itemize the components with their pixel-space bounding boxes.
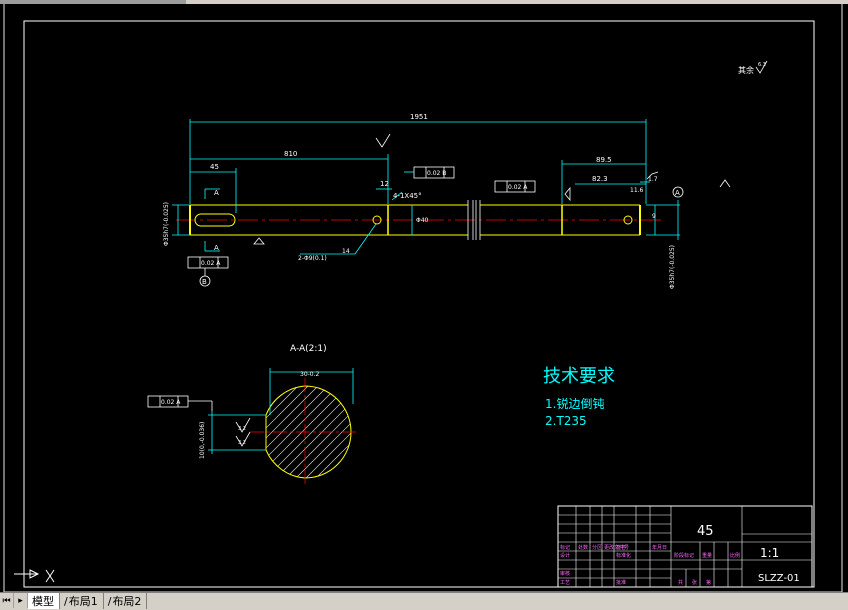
layout-tabbar: ⏮ ▸ 模型 / 布局1 /布局2 bbox=[0, 592, 848, 610]
tech-requirements: 技术要求 1.锐边倒钝 2.T235 bbox=[543, 366, 615, 428]
svg-text:设计: 设计 bbox=[560, 552, 570, 559]
tech-title: 技术要求 bbox=[543, 366, 615, 387]
datum-b-label: B bbox=[202, 278, 207, 286]
svg-text:张: 张 bbox=[692, 579, 697, 586]
svg-text:审核: 审核 bbox=[560, 570, 570, 577]
tab-layout2[interactable]: / 布局2 bbox=[104, 593, 148, 609]
section-rough-2: 3.2 bbox=[238, 440, 246, 446]
svg-text:A: A bbox=[214, 244, 219, 252]
dim-overall: 1951 bbox=[410, 113, 428, 121]
ucs-icon bbox=[14, 569, 55, 583]
svg-text:年月日: 年月日 bbox=[652, 544, 667, 551]
dim-9: 9 bbox=[652, 213, 656, 220]
dim-45: 45 bbox=[210, 163, 219, 171]
tolerance-frames: 0.02 B 0.02 A 0.02 A B A bbox=[187, 166, 684, 287]
tech-item-1: 1.锐边倒钝 bbox=[545, 397, 604, 411]
tech-item-2: 2.T235 bbox=[545, 414, 587, 428]
dim-hole-note: 2-Φ9(0.1) bbox=[298, 255, 327, 262]
svg-text:工艺: 工艺 bbox=[560, 580, 570, 586]
section-view: A-A(2:1) 30-0.2 10(0,-0.036) 0.02 A 3.2 … bbox=[147, 344, 356, 486]
svg-text:阶段标记: 阶段标记 bbox=[674, 552, 694, 559]
tab-nav-first-icon[interactable]: ⏮ bbox=[0, 593, 14, 608]
dim-89-5: 89.5 bbox=[596, 156, 612, 164]
roughness-note-label: 其余 bbox=[738, 65, 754, 75]
dim-11-6: 11.6 bbox=[630, 187, 644, 194]
section-rough-1: 3.2 bbox=[238, 426, 246, 432]
dim-phi40: Φ40 bbox=[416, 217, 429, 224]
section-title: A-A(2:1) bbox=[290, 344, 327, 354]
tab-layout2-label: 布局2 bbox=[112, 595, 142, 608]
runout-b-text: 0.02 B bbox=[427, 170, 446, 177]
datum-a-label: A bbox=[675, 189, 680, 197]
scale-label: 1:1 bbox=[760, 546, 779, 560]
svg-text:第: 第 bbox=[706, 579, 711, 586]
tab-layout1-label: 布局1 bbox=[68, 595, 98, 608]
section-width-dim: 30-0.2 bbox=[300, 371, 320, 378]
title-block: 标记 处数 分区 更改文件号 签名 年月日 设计 标准化 阶段标记 重量 比例 … bbox=[557, 505, 813, 588]
sym-main-text: 0.02 A bbox=[201, 260, 221, 267]
dimension-texts: 1951 810 45 12 89.5 82.3 11.6 1.7 4-1X45… bbox=[163, 113, 676, 289]
runout-frame-a: 0.02 A bbox=[494, 180, 536, 193]
section-height-dim: 10(0,-0.036) bbox=[199, 422, 206, 459]
dimensions bbox=[172, 119, 680, 255]
drawing-border bbox=[23, 20, 815, 588]
material-label: 45 bbox=[697, 524, 714, 539]
sym-frame-section: 0.02 A bbox=[147, 395, 213, 411]
svg-text:处数: 处数 bbox=[578, 544, 588, 551]
sym-frame-main: 0.02 A bbox=[187, 256, 229, 269]
svg-text:A: A bbox=[214, 189, 219, 197]
datum-b: B bbox=[199, 268, 211, 287]
roughness-symbols bbox=[253, 133, 731, 245]
roughness-note: 其余 6.3 bbox=[738, 60, 768, 75]
svg-text:比例: 比例 bbox=[730, 552, 740, 559]
svg-text:重量: 重量 bbox=[702, 552, 712, 559]
drawing-canvas[interactable]: 其余 6.3 1951 810 45 12 89.5 82.3 11.6 1.7… bbox=[0, 4, 848, 592]
tab-nav-last-icon[interactable]: ▸ bbox=[14, 593, 28, 608]
dim-82-3: 82.3 bbox=[592, 175, 608, 183]
svg-text:标准化: 标准化 bbox=[616, 552, 631, 559]
svg-text:分区: 分区 bbox=[592, 544, 602, 551]
runout-frame-b: 0.02 B bbox=[404, 166, 455, 179]
tab-layout1[interactable]: / 布局1 bbox=[60, 593, 104, 609]
runout-a-text: 0.02 A bbox=[508, 184, 528, 191]
dim-phi35-right: Φ35h7(-0.025) bbox=[669, 245, 676, 289]
dim-chamfer: 4-1X45° bbox=[393, 192, 422, 200]
dim-12: 12 bbox=[380, 180, 389, 188]
svg-text:标记: 标记 bbox=[560, 544, 570, 551]
dim-810: 810 bbox=[284, 150, 297, 158]
roughness-note-value: 6.3 bbox=[758, 62, 766, 68]
datum-a: A bbox=[672, 186, 684, 198]
tab-model-label: 模型 bbox=[32, 595, 54, 608]
sym-section-text: 0.02 A bbox=[161, 399, 181, 406]
svg-text:签名: 签名 bbox=[616, 544, 626, 551]
dim-phi35-left: Φ35h7(-0.025) bbox=[163, 202, 170, 246]
svg-text:共: 共 bbox=[678, 579, 683, 586]
drawing-number: SLZZ-01 bbox=[758, 573, 800, 584]
tab-model[interactable]: 模型 bbox=[28, 593, 60, 609]
svg-text:批准: 批准 bbox=[616, 579, 626, 586]
dim-14: 14 bbox=[342, 248, 350, 255]
viewport-border bbox=[3, 4, 843, 592]
